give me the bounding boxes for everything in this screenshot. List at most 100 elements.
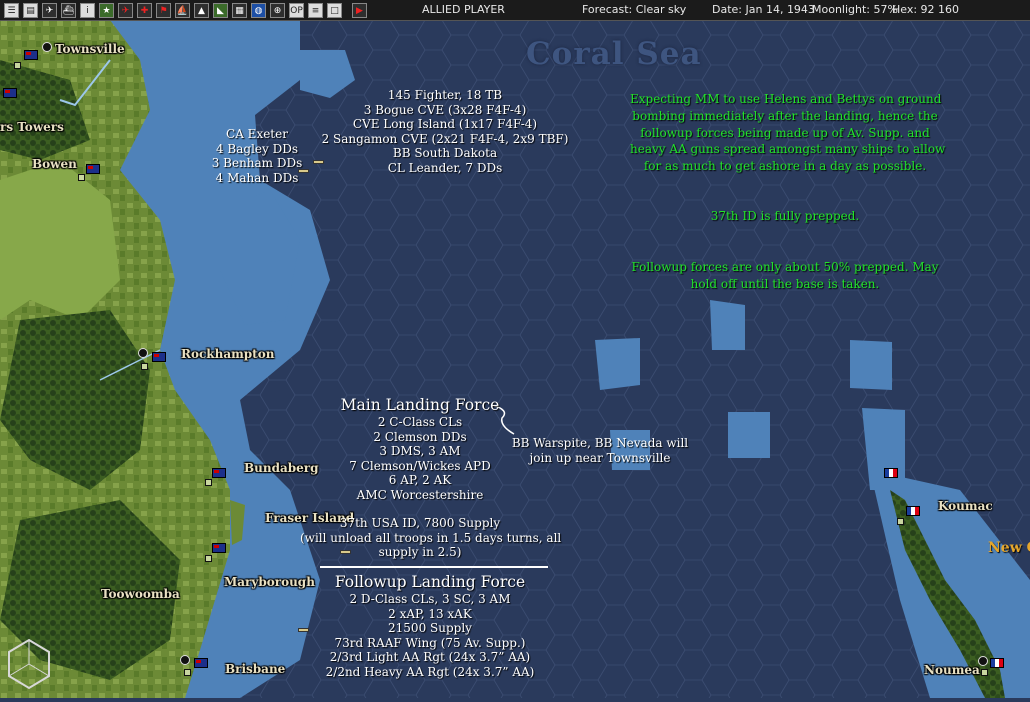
- main-landing-title: Main Landing Force: [340, 396, 500, 414]
- annotation-line: CVE Long Island (1x17 F4F-4): [352, 117, 538, 131]
- hex-coordinates: Hex: 92 160: [892, 3, 960, 16]
- town-koumac[interactable]: Koumac: [938, 499, 993, 513]
- town-rockhampton[interactable]: Rockhampton: [181, 347, 274, 361]
- followup-landing-title: Followup Landing Force: [334, 573, 526, 591]
- base-marker-icon[interactable]: [981, 669, 988, 676]
- end-turn-icon[interactable]: ▶: [352, 2, 367, 18]
- annotation-line: 2 D-Class CLs, 3 SC, 3 AM: [349, 592, 511, 606]
- list-icon[interactable]: ≡: [308, 2, 323, 18]
- port-anchor-icon[interactable]: [978, 656, 988, 666]
- strategy-note: Expecting MM to use Helens and Bettys on…: [630, 91, 946, 175]
- base-marker-icon[interactable]: [897, 518, 904, 525]
- side-label: ALLIED PLAYER: [422, 3, 505, 16]
- toolbar-buttons: ☰ ▤ ✈ ⛴ i ★ ✈ ✚ ⚑ ⛵ ▲ ◣ ▦ ◍ ⊕ OP ≡ □ ▶: [0, 2, 367, 18]
- medic-icon[interactable]: ✚: [137, 2, 152, 18]
- followup-landing-force-annotation: Followup Landing Force 2 D-Class CLs, 3 …: [300, 573, 560, 679]
- sea-label: Coral Sea: [526, 36, 702, 72]
- annotation-line: 37th USA ID, 7800 Supply: [339, 516, 501, 530]
- report-icon[interactable]: ▤: [23, 2, 38, 18]
- annotation-line: CL Leander, 7 DDs: [387, 160, 503, 175]
- region-label: New C: [988, 540, 1030, 556]
- note-line: bombing immediately after the landing, h…: [632, 108, 938, 123]
- note-line: followup forces being made up of Av. Sup…: [640, 125, 930, 140]
- annotation-line: 73rd RAAF Wing (75 Av. Supp.): [334, 635, 526, 650]
- town-toowoomba[interactable]: Toowoomba: [101, 587, 180, 601]
- note-line: Followup forces are only about 50% prepp…: [631, 260, 939, 274]
- port-anchor-icon[interactable]: [138, 348, 148, 358]
- australia-flag-icon: [24, 50, 38, 60]
- star-icon[interactable]: ★: [99, 2, 114, 18]
- ground-icon[interactable]: ▲: [194, 2, 209, 18]
- carrier-group-annotation: 145 Fighter, 18 TB 3 Bogue CVE (3x28 F4F…: [300, 88, 590, 175]
- annotation-line: 2 xAP, 13 xAK: [388, 606, 472, 621]
- window-icon[interactable]: □: [327, 2, 342, 18]
- main-landing-force-annotation: Main Landing Force 2 C-Class CLs 2 Clems…: [300, 396, 562, 560]
- op-icon[interactable]: OP: [289, 2, 304, 18]
- base-icon[interactable]: ▦: [232, 2, 247, 18]
- annotation-line: 4 Bagley DDs: [215, 141, 299, 156]
- base-marker-icon[interactable]: [184, 669, 191, 676]
- note-line: hold off until the base is taken.: [690, 276, 880, 291]
- note-line: Expecting MM to use Helens and Bettys on…: [630, 92, 942, 106]
- annotation-line: 6 AP, 2 AK: [388, 473, 452, 487]
- aircraft-icon[interactable]: ✈: [42, 2, 57, 18]
- menu-icon[interactable]: ☰: [4, 2, 19, 18]
- weather-forecast: Forecast: Clear sky: [582, 3, 687, 16]
- plane-red-icon[interactable]: ✈: [118, 2, 133, 18]
- note-line: 37th ID is fully prepped.: [710, 209, 860, 223]
- town-noumea[interactable]: Noumea: [924, 663, 980, 677]
- prep-note: 37th ID is fully prepped.: [630, 208, 940, 225]
- australia-flag-icon: [212, 543, 226, 553]
- cruiser-group-annotation: CA Exeter 4 Bagley DDs 3 Benham DDs 4 Ma…: [202, 127, 312, 185]
- base-marker-icon[interactable]: [205, 555, 212, 562]
- terrain-icon[interactable]: ◣: [213, 2, 228, 18]
- australia-flag-icon: [152, 352, 166, 362]
- annotation-line: BB South Dakota: [392, 146, 498, 160]
- hex-selector-icon[interactable]: [6, 638, 52, 690]
- australia-flag-icon: [3, 88, 17, 98]
- base-marker-icon[interactable]: [205, 479, 212, 486]
- town-townsville[interactable]: Townsville: [55, 42, 125, 56]
- town-brisbane[interactable]: Brisbane: [225, 662, 285, 676]
- annotation-line: 145 Fighter, 18 TB: [387, 88, 503, 102]
- annotation-line: BB Warspite, BB Nevada will: [511, 436, 689, 450]
- annotation-line: 2 Sangamon CVE (2x21 F4F-4, 2x9 TBF): [321, 131, 569, 146]
- flag-icon[interactable]: ⚑: [156, 2, 171, 18]
- australia-flag-icon: [194, 658, 208, 668]
- annotation-line: 3 Benham DDs: [211, 156, 303, 170]
- zoom-icon[interactable]: ⊕: [270, 2, 285, 18]
- australia-flag-icon: [212, 468, 226, 478]
- sub-icon[interactable]: ⛵: [175, 2, 190, 18]
- note-line: heavy AA guns spread amongst many ships …: [630, 142, 946, 157]
- warspite-annotation: BB Warspite, BB Nevada will join up near…: [500, 436, 700, 465]
- annotation-line: (will unload all troops in 1.5 days turn…: [300, 530, 562, 545]
- france-flag-icon: [884, 468, 898, 478]
- base-marker-icon[interactable]: [78, 174, 85, 181]
- base-marker-icon[interactable]: [141, 363, 148, 370]
- note-line: for as much to get ashore in a day as po…: [643, 159, 927, 174]
- globe-icon[interactable]: ◍: [251, 2, 266, 18]
- base-marker-icon[interactable]: [14, 62, 21, 69]
- annotation-line: CA Exeter: [226, 127, 288, 141]
- info-icon[interactable]: i: [80, 2, 95, 18]
- annotation-line: 3 Bogue CVE (3x28 F4F-4): [363, 102, 527, 117]
- town-charters-towers[interactable]: rs Towers: [0, 120, 64, 134]
- annotation-line: 4 Mahan DDs: [215, 170, 299, 185]
- ship-icon[interactable]: ⛴: [61, 2, 76, 18]
- annotation-line: AMC Worcestershire: [356, 487, 484, 502]
- town-bowen[interactable]: Bowen: [32, 157, 77, 171]
- port-anchor-icon[interactable]: [42, 42, 52, 52]
- australia-flag-icon: [86, 164, 100, 174]
- annotation-line: join up near Townsville: [529, 450, 671, 465]
- france-flag-icon: [990, 658, 1004, 668]
- followup-prep-note: Followup forces are only about 50% prepp…: [630, 259, 940, 293]
- port-anchor-icon[interactable]: [180, 655, 190, 665]
- annotation-line: 2 C-Class CLs: [377, 415, 463, 429]
- france-flag-icon: [906, 506, 920, 516]
- moonlight-level: Moonlight: 57%: [812, 3, 898, 16]
- annotation-line: 2/2nd Heavy AA Rgt (24x 3.7” AA): [325, 664, 535, 679]
- game-date: Date: Jan 14, 1943: [712, 3, 815, 16]
- annotation-line: 2/3rd Light AA Rgt (24x 3.7” AA): [329, 650, 531, 664]
- annotation-line: 21500 Supply: [388, 621, 472, 635]
- annotation-line: supply in 2.5): [378, 545, 462, 559]
